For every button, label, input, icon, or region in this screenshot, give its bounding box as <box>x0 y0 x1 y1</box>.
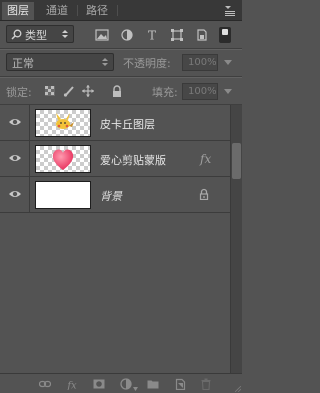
filter-kind-label: 类型 <box>25 29 47 42</box>
smart-object-filter-icon[interactable] <box>195 29 209 41</box>
opacity-value: 100% <box>188 57 217 68</box>
updown-arrows-icon <box>62 30 68 38</box>
filter-kind-select[interactable]: 类型 <box>6 25 74 43</box>
opacity-dropdown-arrow-icon[interactable] <box>224 60 232 65</box>
tab-separator <box>77 5 78 16</box>
layer-row[interactable]: 皮卡丘图层 <box>0 105 230 141</box>
opacity-label: 不透明度: <box>123 57 171 70</box>
adjustment-layer-filter-icon[interactable] <box>120 29 134 41</box>
shape-layer-filter-icon[interactable] <box>170 29 184 41</box>
layer-style-fx-icon[interactable]: fx <box>66 378 78 391</box>
blend-mode-select[interactable]: 正常 <box>6 53 114 71</box>
layer-thumbnail <box>35 109 91 137</box>
link-layers-icon[interactable] <box>39 378 51 390</box>
layer-thumbnail <box>35 181 91 209</box>
layer-name[interactable]: 皮卡丘图层 <box>100 116 155 132</box>
heart-thumbnail-image <box>52 149 74 170</box>
visibility-toggle[interactable] <box>0 141 30 176</box>
layer-name[interactable]: 背景 <box>100 188 122 204</box>
layer-filter-row: 类型 T <box>0 21 242 49</box>
lock-transparent-pixels-icon[interactable] <box>44 85 56 97</box>
tab-layers[interactable]: 图层 <box>2 2 34 20</box>
filter-toggle-knob <box>222 29 228 35</box>
tab-separator <box>117 5 118 16</box>
fill-field[interactable]: 100% <box>182 83 218 100</box>
layers-panel: 图层 通道 路径 类型 T 正常 不透明度: 100% 锁定: 填充: 100%… <box>0 0 242 393</box>
layers-list: 皮卡丘图层 爱心剪贴蒙版 fx 背景 <box>0 105 230 373</box>
lock-image-pixels-icon[interactable] <box>63 85 75 97</box>
eye-icon <box>9 155 21 161</box>
layers-bottom-toolbar: fx <box>0 373 242 393</box>
svg-text:T: T <box>148 29 156 41</box>
layer-thumbnail <box>35 145 91 173</box>
type-layer-filter-icon[interactable]: T <box>145 29 159 41</box>
fill-value: 100% <box>188 86 217 97</box>
panel-tab-bar: 图层 通道 路径 <box>0 0 242 21</box>
lock-label: 锁定: <box>6 86 32 99</box>
updown-arrows-icon <box>102 58 108 66</box>
visibility-toggle[interactable] <box>0 177 30 212</box>
chevron-down-icon <box>133 387 138 391</box>
panel-menu-icon[interactable] <box>224 4 236 16</box>
resize-grip-icon[interactable] <box>235 386 241 392</box>
new-group-folder-icon[interactable] <box>147 378 159 390</box>
pixel-layer-filter-icon[interactable] <box>95 29 109 41</box>
layer-name[interactable]: 爱心剪贴蒙版 <box>100 152 166 168</box>
new-adjustment-layer-icon[interactable] <box>120 378 132 390</box>
divider <box>0 49 242 50</box>
fill-label: 填充: <box>152 86 178 99</box>
visibility-toggle[interactable] <box>0 105 30 140</box>
pikachu-thumbnail-image <box>56 113 74 129</box>
new-layer-icon[interactable] <box>174 378 186 390</box>
delete-layer-trash-icon[interactable] <box>200 378 212 390</box>
svg-text:fx: fx <box>66 381 77 391</box>
layers-scrollbar[interactable] <box>230 105 242 373</box>
layer-row[interactable]: 背景 <box>0 177 230 213</box>
scrollbar-thumb[interactable] <box>232 143 241 179</box>
tab-paths[interactable]: 路径 <box>80 2 114 20</box>
lock-all-icon[interactable] <box>111 85 123 97</box>
lock-icon <box>199 188 209 200</box>
eye-icon <box>9 119 21 125</box>
tab-channels[interactable]: 通道 <box>40 2 74 20</box>
opacity-field[interactable]: 100% <box>182 54 218 71</box>
lock-position-icon[interactable] <box>82 85 94 97</box>
eye-icon <box>9 191 21 197</box>
fill-dropdown-arrow-icon[interactable] <box>224 89 232 94</box>
search-icon <box>11 29 22 40</box>
blend-mode-value: 正常 <box>12 57 34 70</box>
filter-toggle-switch[interactable] <box>219 27 231 43</box>
layer-row[interactable]: 爱心剪贴蒙版 fx <box>0 141 230 177</box>
add-layer-mask-icon[interactable] <box>93 378 105 390</box>
layer-effects-icon[interactable]: fx <box>200 152 211 166</box>
divider <box>0 77 242 78</box>
